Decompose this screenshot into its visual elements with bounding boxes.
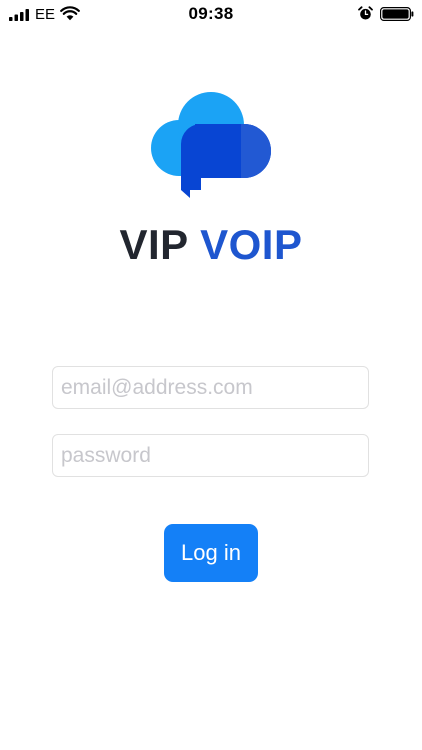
status-bar: EE 09:38 (0, 0, 422, 28)
brand-name-part2: VOIP (200, 221, 303, 268)
alarm-clock-icon (358, 6, 373, 20)
brand-name: VIP VOIP (0, 222, 422, 268)
login-button[interactable]: Log in (164, 524, 258, 582)
battery-icon (380, 7, 414, 21)
email-field[interactable] (52, 366, 369, 409)
brand-name-part1: VIP (119, 221, 188, 268)
cloud-chat-bubble-icon (151, 92, 271, 198)
password-field[interactable] (52, 434, 369, 477)
